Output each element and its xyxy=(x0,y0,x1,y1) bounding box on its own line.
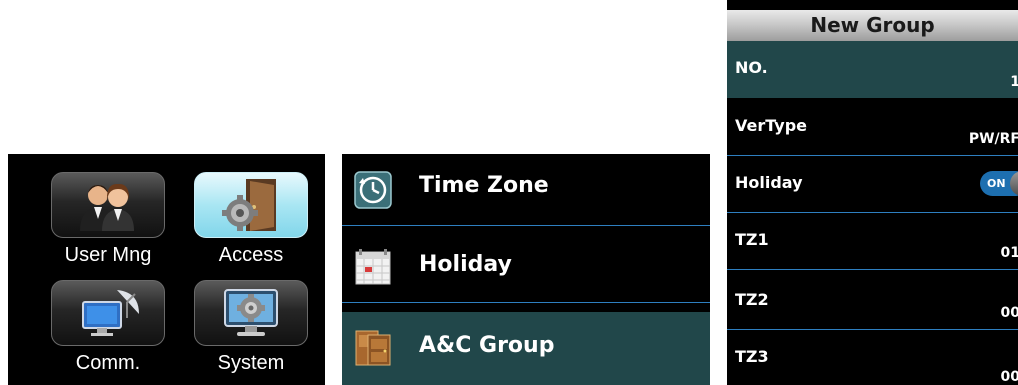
field-value: PW/RF xyxy=(968,131,1018,147)
new-group-panel: New Group NO. 1 VerType PW/RF Holiday ON… xyxy=(727,0,1018,385)
calendar-icon xyxy=(355,249,391,285)
monitor-gear-icon xyxy=(224,289,278,336)
page-title: New Group xyxy=(727,10,1018,41)
menu-tile-user-mng[interactable]: User Mng xyxy=(48,172,168,266)
toggle-knob xyxy=(1010,171,1018,196)
field-label: TZ3 xyxy=(735,347,769,366)
menu-tile-label: User Mng xyxy=(64,244,152,266)
menu-tile-comm[interactable]: Comm. xyxy=(48,280,168,374)
doors-icon xyxy=(355,330,391,366)
menu-tile-label: System xyxy=(217,352,285,374)
field-value: 00 xyxy=(1000,369,1018,385)
field-row-vertype[interactable]: VerType PW/RF xyxy=(727,99,1018,156)
main-menu-panel: User Mng Access Comm. System xyxy=(8,154,325,385)
field-value: 1 xyxy=(1010,74,1018,90)
holiday-toggle[interactable]: ON xyxy=(980,171,1018,196)
field-row-holiday[interactable]: Holiday ON xyxy=(727,156,1018,213)
field-label: VerType xyxy=(735,116,807,135)
field-label: TZ1 xyxy=(735,230,769,249)
field-row-tz2[interactable]: TZ2 00 xyxy=(727,273,1018,330)
field-label: Holiday xyxy=(735,173,803,192)
list-item-label: Time Zone xyxy=(419,173,549,198)
field-row-tz3[interactable]: TZ3 00 xyxy=(727,330,1018,385)
menu-tile-icon-box xyxy=(194,280,308,346)
menu-tile-label: Access xyxy=(218,244,284,266)
list-item-time-zone[interactable]: Time Zone xyxy=(342,154,710,226)
field-row-no[interactable]: NO. 1 xyxy=(727,41,1018,98)
field-label: NO. xyxy=(735,58,768,77)
menu-tile-icon-box xyxy=(51,280,165,346)
toggle-state-label: ON xyxy=(987,177,1006,190)
door-gear-icon xyxy=(222,179,276,231)
list-item-ac-group[interactable]: A&C Group xyxy=(342,312,710,385)
field-row-tz1[interactable]: TZ1 01 xyxy=(727,213,1018,270)
menu-tile-access[interactable]: Access xyxy=(191,172,311,266)
satellite-monitor-icon xyxy=(82,290,139,336)
menu-tile-icon-box xyxy=(51,172,165,238)
menu-tile-icon-box xyxy=(194,172,308,238)
field-label: TZ2 xyxy=(735,290,769,309)
field-value: 01 xyxy=(1000,245,1018,261)
list-item-holiday[interactable]: Holiday xyxy=(342,231,710,303)
access-menu-panel: Time Zone Holiday A&C Group xyxy=(342,154,710,385)
clock-icon xyxy=(354,171,392,209)
menu-tile-label: Comm. xyxy=(75,352,141,374)
list-item-label: A&C Group xyxy=(419,333,555,358)
menu-tile-system[interactable]: System xyxy=(191,280,311,374)
list-item-label: Holiday xyxy=(419,252,512,277)
users-icon xyxy=(80,183,134,231)
field-value: 00 xyxy=(1000,305,1018,321)
